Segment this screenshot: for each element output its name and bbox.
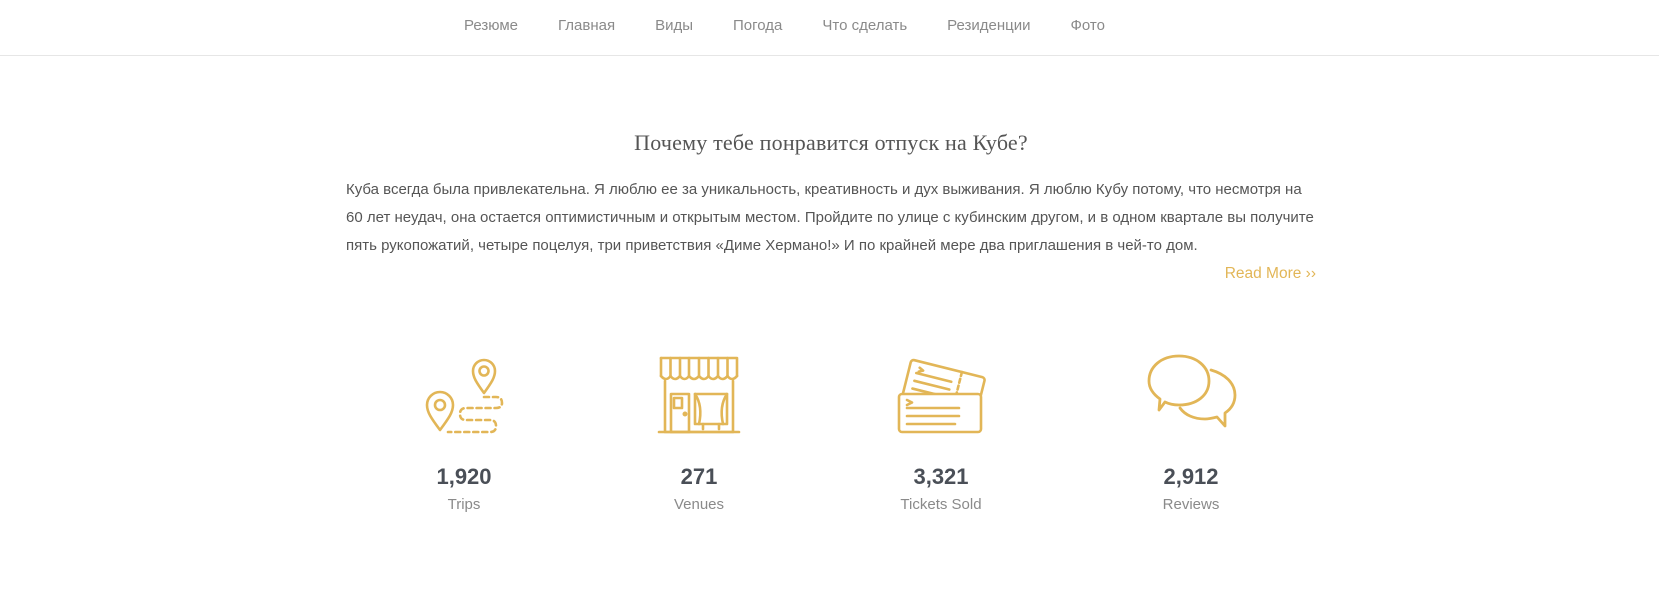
nav-item-views[interactable]: Виды xyxy=(635,17,713,34)
stat-trips: 1,920 Trips xyxy=(364,350,564,513)
stat-value: 3,321 xyxy=(913,464,969,489)
map-route-icon xyxy=(364,350,564,442)
nav-menu: Резюме Главная Виды Погода Что сделать Р… xyxy=(0,0,1614,50)
nav-item-photos[interactable]: Фото xyxy=(1051,17,1125,34)
stat-reviews: 2,912 Reviews xyxy=(1091,350,1291,513)
stat-value: 1,920 xyxy=(436,464,492,489)
storefront-icon xyxy=(599,350,799,442)
about-section: Почему тебе понравится отпуск на Кубе? К… xyxy=(346,130,1316,288)
read-more-link[interactable]: Read More ›› xyxy=(346,260,1316,288)
nav-item-things-to-do[interactable]: Что сделать xyxy=(802,17,927,34)
nav-item-weather[interactable]: Погода xyxy=(713,17,802,34)
stat-venues: 271 Venues xyxy=(599,350,799,513)
nav-item-resume[interactable]: Резюме xyxy=(444,17,538,34)
top-navigation: Резюме Главная Виды Погода Что сделать Р… xyxy=(0,0,1659,56)
speech-bubbles-icon xyxy=(1091,350,1291,442)
stat-label: Reviews xyxy=(1162,496,1220,513)
stat-value: 2,912 xyxy=(1163,464,1219,489)
nav-item-home[interactable]: Главная xyxy=(538,17,635,34)
tickets-icon xyxy=(841,350,1041,442)
stat-label: Trips xyxy=(447,496,481,513)
stat-label: Venues xyxy=(673,496,725,513)
section-title: Почему тебе понравится отпуск на Кубе? xyxy=(634,130,1028,155)
stats-row: 1,920 Trips 271 Venues 3,321 Tickets Sol… xyxy=(346,350,1316,530)
stat-value: 271 xyxy=(680,464,718,489)
stat-label: Tickets Sold xyxy=(900,496,982,513)
section-body: Куба всегда была привлекательна. Я люблю… xyxy=(346,181,1314,254)
nav-item-residences[interactable]: Резиденции xyxy=(927,17,1050,34)
stat-tickets: 3,321 Tickets Sold xyxy=(841,350,1041,513)
